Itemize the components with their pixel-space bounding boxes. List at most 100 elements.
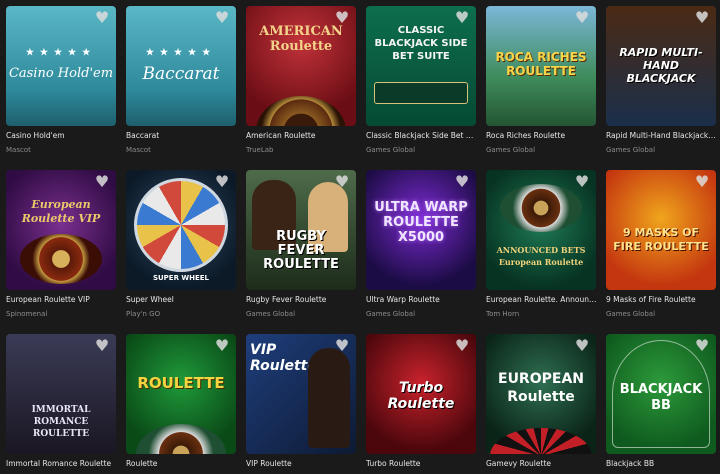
game-thumbnail[interactable]: European Roulette VIP ♥: [6, 170, 116, 290]
game-title[interactable]: Baccarat: [126, 131, 238, 140]
heart-icon[interactable]: ♥: [573, 174, 591, 190]
game-thumbnail[interactable]: RAPID MULTI-HAND BLACKJACK ♥: [606, 6, 716, 126]
game-thumbnail[interactable]: ULTRA WARP ROULETTE X5000 ♥: [366, 170, 476, 290]
heart-icon[interactable]: ♥: [573, 338, 591, 354]
game-grid: ★★★★★ Casino Hold'em ♥ Casino Hold'em Ma…: [0, 0, 720, 471]
game-thumbnail[interactable]: ROULETTE ♥: [126, 334, 236, 454]
heart-icon[interactable]: ♥: [213, 10, 231, 26]
game-provider: Games Global: [366, 146, 416, 154]
game-card[interactable]: BLACKJACK BB ♥ Blackjack BB: [606, 334, 716, 474]
game-provider: Games Global: [606, 310, 656, 318]
game-thumbnail[interactable]: RUGBY FEVER ROULETTE ♥: [246, 170, 356, 290]
stars-decoration: ★★★★★: [145, 48, 217, 58]
heart-icon[interactable]: ♥: [573, 10, 591, 26]
game-card[interactable]: AMERICAN Roulette ♥ American Roulette Tr…: [246, 6, 356, 154]
game-card[interactable]: EUROPEAN Roulette ♥ Gamevy Roulette: [486, 334, 596, 474]
game-thumbnail[interactable]: EUROPEAN Roulette ♥: [486, 334, 596, 454]
game-art-title: VIP Roulette: [250, 342, 317, 374]
heart-icon[interactable]: ♥: [333, 10, 351, 26]
heart-icon[interactable]: ♥: [453, 174, 471, 190]
game-card[interactable]: VIP Roulette ♥ VIP Roulette: [246, 334, 356, 474]
game-card[interactable]: Turbo Roulette ♥ Turbo Roulette: [366, 334, 476, 474]
game-title[interactable]: Super Wheel: [126, 295, 238, 304]
heart-icon[interactable]: ♥: [93, 10, 111, 26]
game-art-title: IMMORTAL ROMANCE ROULETTE: [31, 405, 91, 439]
game-card[interactable]: European Roulette VIP ♥ European Roulett…: [6, 170, 116, 318]
game-art-title: RUGBY FEVER ROULETTE: [263, 229, 339, 272]
game-art-title: AMERICAN Roulette: [259, 24, 343, 54]
game-provider: Spinomenal: [6, 310, 48, 318]
game-thumbnail[interactable]: ROCA RICHES ROULETTE ♥: [486, 6, 596, 126]
game-card[interactable]: ROCA RICHES ROULETTE ♥ Roca Riches Roule…: [486, 6, 596, 154]
game-art-title: EUROPEAN Roulette: [498, 371, 584, 405]
game-card[interactable]: ULTRA WARP ROULETTE X5000 ♥ Ultra Warp R…: [366, 170, 476, 318]
heart-icon[interactable]: ♥: [93, 174, 111, 190]
game-card[interactable]: ★★★★★ Casino Hold'em ♥ Casino Hold'em Ma…: [6, 6, 116, 154]
game-title[interactable]: Blackjack BB: [606, 459, 718, 468]
roulette-wheel-graphic: [500, 184, 582, 232]
game-thumbnail[interactable]: BLACKJACK BB ♥: [606, 334, 716, 454]
heart-icon[interactable]: ♥: [333, 338, 351, 354]
game-title[interactable]: Gamevy Roulette: [486, 459, 598, 468]
game-title[interactable]: American Roulette: [246, 131, 358, 140]
heart-icon[interactable]: ♥: [453, 338, 471, 354]
game-card[interactable]: RUGBY FEVER ROULETTE ♥ Rugby Fever Roule…: [246, 170, 356, 318]
game-title[interactable]: European Roulette VIP: [6, 295, 118, 304]
game-thumbnail[interactable]: IMMORTAL ROMANCE ROULETTE ♥: [6, 334, 116, 454]
game-provider: Tom Horn: [486, 310, 520, 318]
game-title[interactable]: Classic Blackjack Side Bet Suite: [366, 131, 478, 140]
game-title[interactable]: Ultra Warp Roulette: [366, 295, 478, 304]
heart-icon[interactable]: ♥: [213, 174, 231, 190]
roulette-wheel-graphic: [20, 234, 102, 284]
game-art-title: ANNOUNCED BETS European Roulette: [496, 245, 586, 267]
heart-icon[interactable]: ♥: [693, 338, 711, 354]
game-card[interactable]: SUPER WHEEL ♥ Super Wheel Play'n GO: [126, 170, 236, 318]
wheel-graphic: [134, 178, 228, 272]
heart-icon[interactable]: ♥: [693, 10, 711, 26]
heart-icon[interactable]: ♥: [693, 174, 711, 190]
game-thumbnail[interactable]: AMERICAN Roulette ♥: [246, 6, 356, 126]
game-thumbnail[interactable]: ★★★★★ Casino Hold'em ♥: [6, 6, 116, 126]
game-provider: Games Global: [606, 146, 656, 154]
heart-icon[interactable]: ♥: [93, 338, 111, 354]
game-title[interactable]: European Roulette. Announce...: [486, 295, 598, 304]
game-provider: Mascot: [6, 146, 31, 154]
roulette-wheel-graphic: [490, 428, 592, 454]
game-thumbnail[interactable]: ANNOUNCED BETS European Roulette ♥: [486, 170, 596, 290]
game-thumbnail[interactable]: ★★★★★ Baccarat ♥: [126, 6, 236, 126]
game-title[interactable]: VIP Roulette: [246, 459, 358, 468]
game-thumbnail[interactable]: 9 MASKS OF FIRE ROULETTE ♥: [606, 170, 716, 290]
heart-icon[interactable]: ♥: [333, 174, 351, 190]
game-art-title: 9 MASKS OF FIRE ROULETTE: [613, 226, 709, 253]
game-card[interactable]: CLASSIC BLACKJACK SIDE BET SUITE ♥ Class…: [366, 6, 478, 154]
game-art-title: RAPID MULTI-HAND BLACKJACK: [619, 46, 703, 85]
game-thumbnail[interactable]: SUPER WHEEL ♥: [126, 170, 236, 290]
game-card[interactable]: RAPID MULTI-HAND BLACKJACK ♥ Rapid Multi…: [606, 6, 718, 154]
game-title[interactable]: Turbo Roulette: [366, 459, 478, 468]
game-thumbnail[interactable]: CLASSIC BLACKJACK SIDE BET SUITE ♥: [366, 6, 476, 126]
game-thumbnail[interactable]: Turbo Roulette ♥: [366, 334, 476, 454]
game-title[interactable]: Immortal Romance Roulette: [6, 459, 118, 468]
game-title[interactable]: Rugby Fever Roulette: [246, 295, 358, 304]
game-title[interactable]: Casino Hold'em: [6, 131, 118, 140]
stars-decoration: ★★★★★: [25, 48, 97, 58]
game-card[interactable]: IMMORTAL ROMANCE ROULETTE ♥ Immortal Rom…: [6, 334, 116, 474]
game-art-title: Casino Hold'em: [8, 66, 114, 81]
heart-icon[interactable]: ♥: [213, 338, 231, 354]
game-art-title: CLASSIC BLACKJACK SIDE BET SUITE: [374, 25, 468, 62]
dealer-figure: [308, 348, 350, 448]
game-title[interactable]: Rapid Multi-Hand Blackjack wi...: [606, 131, 718, 140]
heart-icon[interactable]: ♥: [453, 10, 471, 26]
game-art-title: ULTRA WARP ROULETTE X5000: [374, 200, 468, 245]
game-card[interactable]: ★★★★★ Baccarat ♥ Baccarat Mascot: [126, 6, 236, 154]
game-card[interactable]: ROULETTE ♥ Roulette: [126, 334, 236, 474]
game-card[interactable]: 9 MASKS OF FIRE ROULETTE ♥ 9 Masks of Fi…: [606, 170, 716, 318]
game-card[interactable]: ANNOUNCED BETS European Roulette ♥ Europ…: [486, 170, 598, 318]
game-title[interactable]: 9 Masks of Fire Roulette: [606, 295, 718, 304]
roulette-wheel-graphic: [256, 96, 346, 126]
game-art-title: SUPER WHEEL: [152, 274, 210, 282]
game-thumbnail[interactable]: VIP Roulette ♥: [246, 334, 356, 454]
side-bet-panel: [374, 82, 468, 104]
game-title[interactable]: Roca Riches Roulette: [486, 131, 598, 140]
game-title[interactable]: Roulette: [126, 459, 238, 468]
